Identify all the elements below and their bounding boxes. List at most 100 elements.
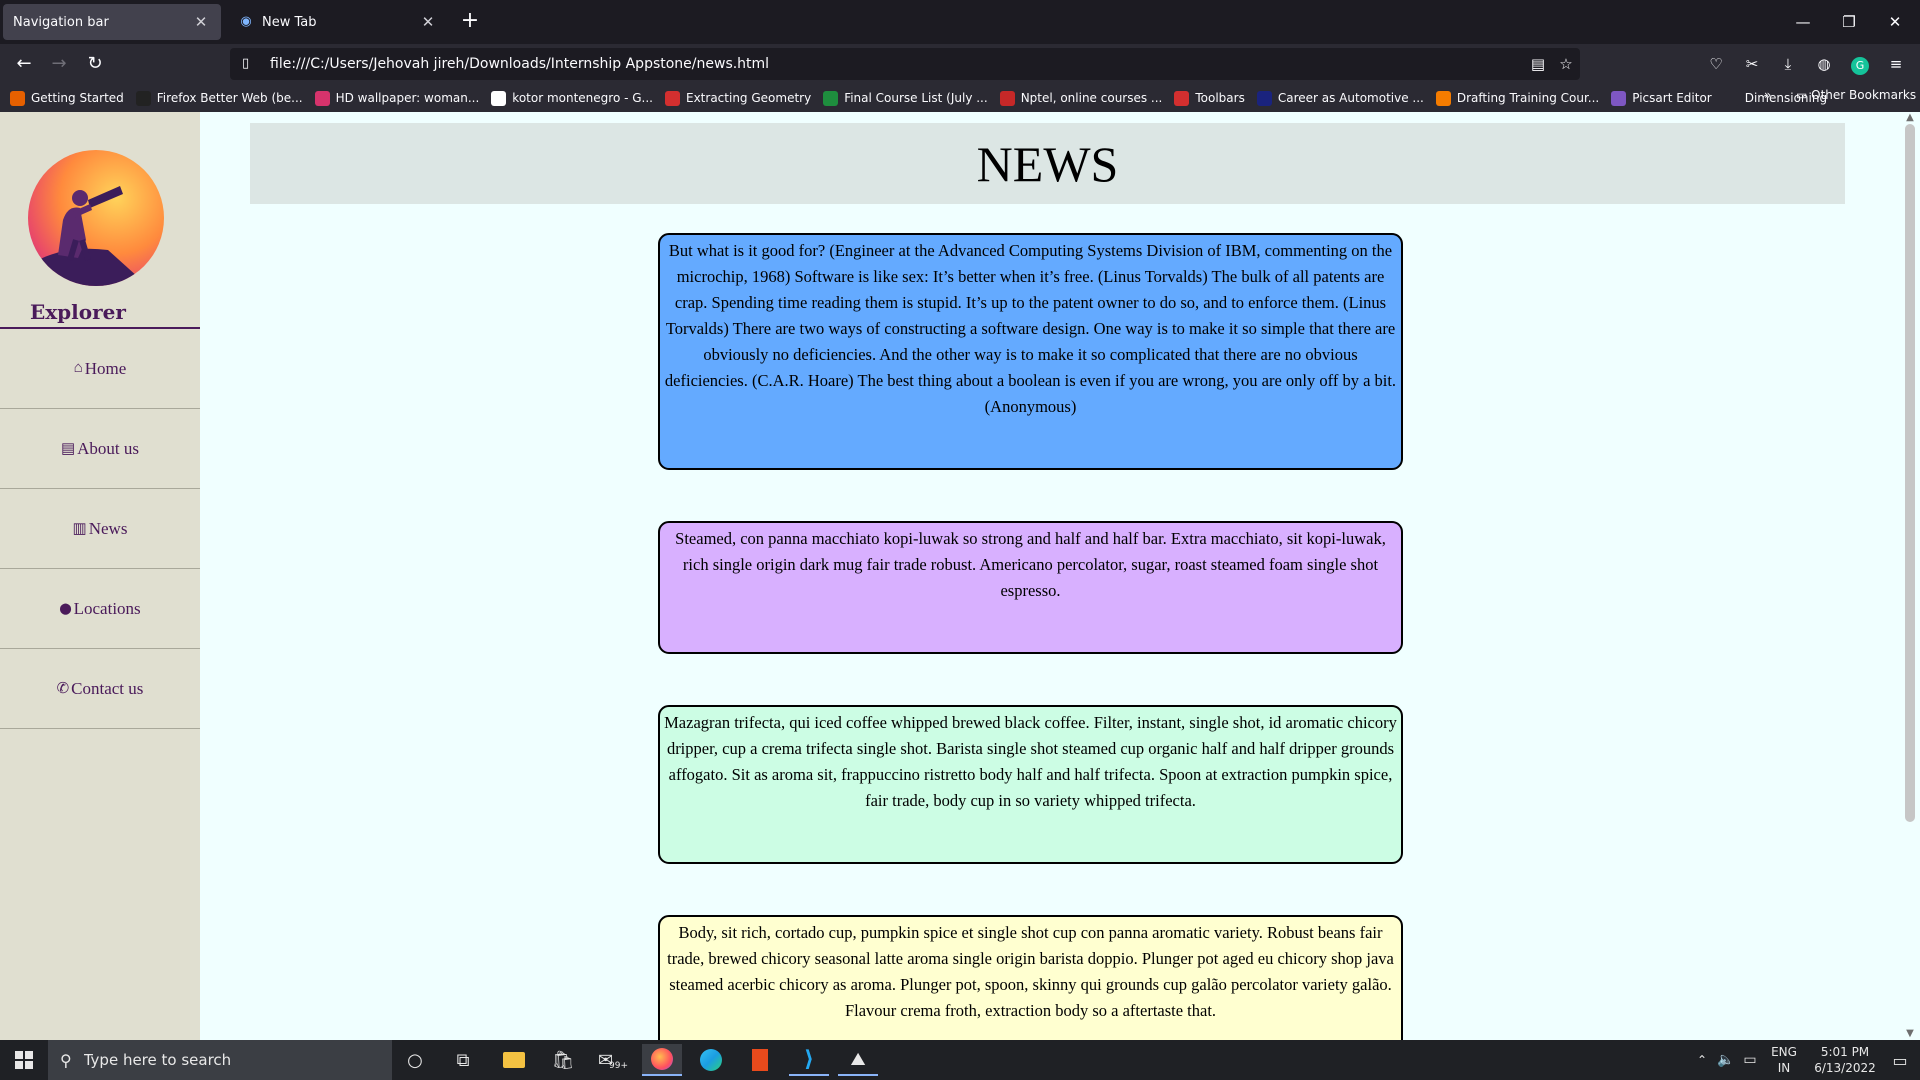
bookmark-item[interactable]: kotor montenegro - G... [491, 90, 653, 106]
bookmark-item[interactable]: Toolbars [1174, 90, 1245, 106]
start-button[interactable] [0, 1040, 48, 1080]
bookmark-label: Career as Automotive ... [1277, 91, 1424, 105]
nav-item-label: Contact us [71, 678, 144, 698]
drafting-icon [1435, 90, 1451, 106]
minimize-button[interactable]: — [1780, 6, 1826, 38]
picsart-icon [1611, 90, 1627, 106]
tab-new-tab[interactable]: ◉ New Tab ✕ [228, 4, 448, 40]
phone-icon: ✆ [56, 681, 70, 697]
nav-item-about-us[interactable]: ▤ About us [0, 409, 200, 489]
language-code: ENG [1771, 1045, 1797, 1059]
language-indicator[interactable]: ENG IN [1766, 1044, 1802, 1076]
more-bookmarks-icon[interactable]: » [1764, 88, 1771, 102]
address-bar[interactable]: ▯ file:///C:/Users/Jehovah jireh/Downloa… [230, 48, 1580, 80]
bookmark-label: Firefox Better Web (be... [156, 91, 303, 105]
other-bookmarks-folder[interactable]: ▭ Other Bookmarks [1796, 88, 1916, 102]
tab-navigation-bar[interactable]: Navigation bar ✕ [3, 4, 221, 40]
page-scrollbar[interactable]: ▲ ▼ [1900, 112, 1920, 1040]
cortana-icon[interactable]: ○ [395, 1044, 435, 1076]
bookmark-label: kotor montenegro - G... [512, 91, 653, 105]
bookmark-item[interactable]: Drafting Training Cour... [1435, 90, 1599, 106]
restore-button[interactable]: ❐ [1826, 6, 1872, 38]
edge-icon[interactable] [691, 1044, 731, 1076]
url-text[interactable]: file:///C:/Users/Jehovah jireh/Downloads… [270, 56, 1524, 72]
region-code: IN [1777, 1061, 1791, 1075]
news-card-text: Steamed, con panna macchiato kopi-luwak … [675, 529, 1386, 600]
m-icon [135, 90, 151, 106]
menu-icon[interactable]: ≡ [1884, 52, 1908, 76]
firefox-taskbar-icon[interactable] [642, 1044, 682, 1076]
sheets-icon [823, 90, 839, 106]
back-button[interactable]: ← [10, 50, 38, 78]
nav-item-label: Home [84, 358, 127, 378]
newspaper-icon: ▥ [72, 521, 87, 537]
bookmark-item[interactable]: Picsart Editor [1611, 90, 1712, 106]
close-tab-icon[interactable]: ✕ [418, 12, 438, 32]
map-pin-icon: ⬤ [59, 603, 72, 615]
close-tab-icon[interactable]: ✕ [191, 12, 211, 32]
office-icon[interactable] [740, 1044, 780, 1076]
tab-title: New Tab [262, 14, 317, 30]
account-icon[interactable]: ◍ [1812, 52, 1836, 76]
reader-view-icon[interactable]: ▤ [1524, 55, 1552, 73]
nav-item-contact-us[interactable]: ✆ Contact us [0, 649, 200, 729]
page-title: NEWS [976, 135, 1119, 192]
pocket-icon[interactable]: ♡ [1704, 52, 1728, 76]
nav-item-home[interactable]: ⌂ Home [0, 329, 200, 409]
downloads-icon[interactable]: ⤓ [1776, 52, 1800, 76]
bookmarks-toolbar: Getting Started Firefox Better Web (be...… [0, 84, 1920, 112]
clock-time: 5:01 PM [1820, 1045, 1870, 1059]
notifications-icon[interactable]: ▭ [1880, 1044, 1920, 1076]
vscode-icon[interactable]: ⟩ [789, 1044, 829, 1076]
bookmark-item[interactable]: Final Course List (July ... [823, 90, 988, 106]
task-view-icon[interactable]: ⧉ [443, 1044, 483, 1076]
bookmark-label: Extracting Geometry [686, 91, 812, 105]
nptel-icon [999, 90, 1015, 106]
bookmark-item[interactable]: Firefox Better Web (be... [135, 90, 303, 106]
close-window-button[interactable]: ✕ [1872, 6, 1918, 38]
bookmark-item[interactable]: Getting Started [10, 90, 124, 106]
nav-item-label: About us [77, 438, 140, 458]
home-icon: ⌂ [73, 360, 83, 376]
windows-taskbar: ⚲ ○ ⧉ 🛍 ✉ 99+ ⟩ ⛰ ⌃ 🔈 ▭ ENG IN 5:01 PM 6… [0, 1040, 1920, 1080]
network-icon[interactable]: ▭ [1738, 1044, 1762, 1076]
page-icon: ▯ [242, 56, 250, 71]
bookmark-label: Final Course List (July ... [844, 91, 988, 105]
store-icon[interactable]: 🛍 [543, 1044, 583, 1076]
show-hidden-icons-icon[interactable]: ⌃ [1690, 1044, 1714, 1076]
forward-button[interactable]: → [45, 50, 73, 78]
bookmark-item[interactable]: Extracting Geometry [665, 90, 812, 106]
nav-item-news[interactable]: ▥ News [0, 489, 200, 569]
bookmark-item[interactable]: Career as Automotive ... [1256, 90, 1424, 106]
news-card: But what is it good for? (Engineer at th… [658, 233, 1403, 470]
nav-item-locations[interactable]: ⬤ Locations [0, 569, 200, 649]
clock[interactable]: 5:01 PM 6/13/2022 [1806, 1044, 1884, 1076]
brand-name: Explorer [30, 300, 126, 324]
bookmark-star-icon[interactable]: ☆ [1552, 55, 1580, 73]
taskbar-search[interactable]: ⚲ [48, 1040, 392, 1080]
app-icon[interactable]: ⛰ [838, 1044, 878, 1076]
bookmark-item[interactable]: HD wallpaper: woman... [314, 90, 479, 106]
screenshot-icon[interactable]: ✂ [1740, 52, 1764, 76]
reload-button[interactable]: ↻ [81, 50, 109, 78]
taskbar-search-input[interactable] [83, 1051, 364, 1069]
mail-icon[interactable]: ✉ 99+ [593, 1044, 633, 1076]
scroll-up-arrow-icon[interactable]: ▲ [1904, 112, 1916, 124]
new-tab-button[interactable]: + [458, 10, 482, 34]
volume-icon[interactable]: 🔈 [1714, 1044, 1738, 1076]
page-viewport: Explorer ⌂ Home ▤ About us ▥ News ⬤ Loca… [0, 112, 1920, 1040]
news-card: Steamed, con panna macchiato kopi-luwak … [658, 521, 1403, 654]
tab-strip: Navigation bar ✕ ◉ New Tab ✕ + — ❐ ✕ [0, 0, 1920, 44]
nav-item-label: Locations [73, 598, 141, 618]
news-card-text: Mazagran trifecta, qui iced coffee whipp… [664, 713, 1397, 810]
bookmark-item[interactable]: Nptel, online courses ... [999, 90, 1162, 106]
grammarly-icon[interactable]: G [1848, 52, 1872, 76]
mail-badge: 99+ [609, 1061, 629, 1071]
folder-icon: ▭ [1796, 88, 1812, 102]
id-card-icon: ▤ [60, 441, 76, 457]
career-icon [1256, 90, 1272, 106]
scribd-icon [1174, 90, 1190, 106]
file-explorer-icon[interactable] [494, 1044, 534, 1076]
scroll-down-arrow-icon[interactable]: ▼ [1904, 1028, 1916, 1040]
scroll-thumb[interactable] [1905, 124, 1915, 822]
